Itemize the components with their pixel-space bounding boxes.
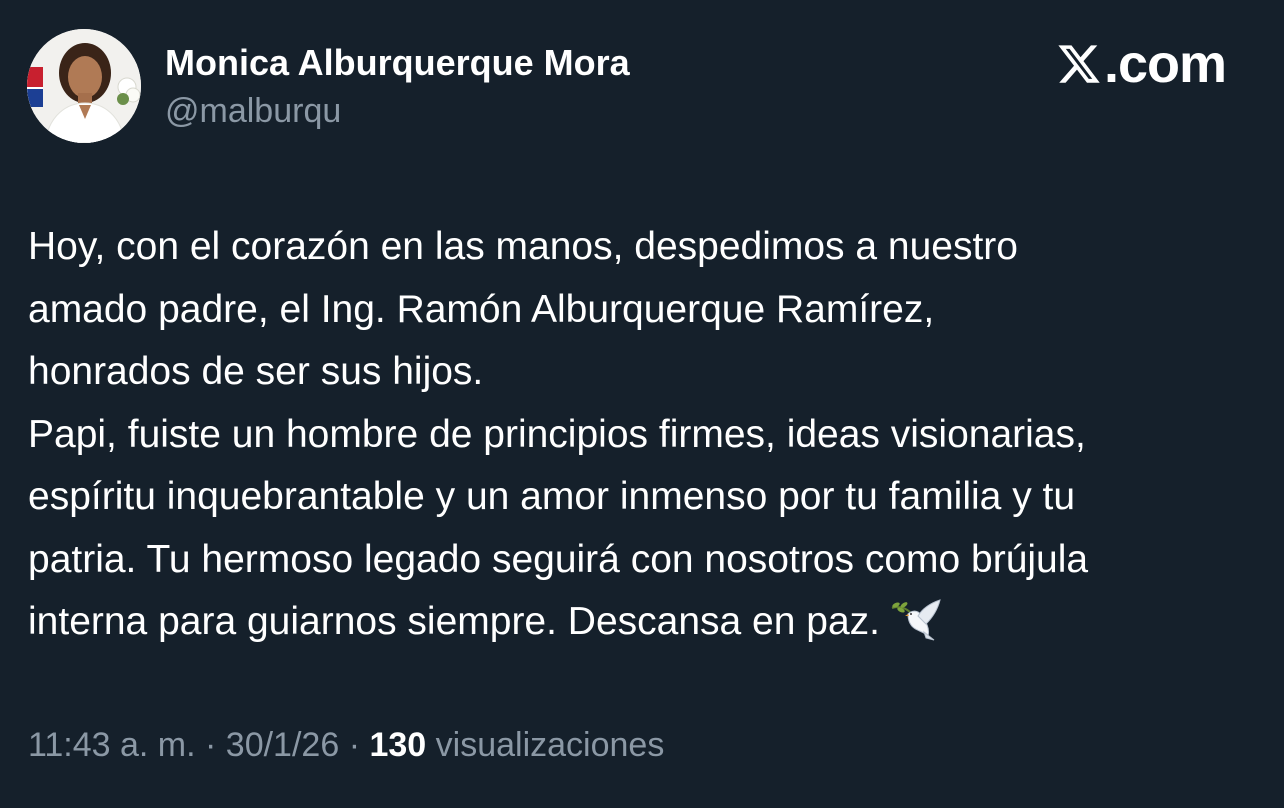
tweet-text: Hoy, con el corazón en las manos, desped…: [28, 216, 1268, 654]
tweet-card: Monica Alburquerque Mora @malburqu .com …: [0, 0, 1284, 808]
tweet-metadata: 11:43 a. m. · 30/1/26 · 130 visualizacio…: [28, 722, 664, 768]
tweet-time[interactable]: 11:43 a. m.: [28, 726, 196, 764]
avatar[interactable]: [27, 29, 141, 143]
x-logo-icon: [1058, 45, 1100, 83]
dove-with-olive-branch-icon: [891, 599, 941, 641]
brand-logo: .com: [1056, 34, 1227, 94]
tweet-text-line: espíritu inquebrantable y un amor inmens…: [28, 475, 1076, 518]
tweet-text-line: Papi, fuiste un hombre de principios fir…: [28, 412, 1086, 456]
meta-separator: ·: [195, 726, 226, 764]
tweet-text-line: Hoy, con el corazón en las manos, desped…: [28, 225, 1018, 268]
avatar-photo: [27, 29, 141, 143]
tweet-text-line-last: interna para guiarnos siempre. Descansa …: [28, 591, 1268, 654]
tweet-text-line: honrados de ser sus hijos.: [28, 350, 484, 393]
author-block: Monica Alburquerque Mora @malburqu: [165, 42, 630, 132]
author-display-name[interactable]: Monica Alburquerque Mora: [165, 42, 630, 84]
tweet-text-line-content: interna para guiarnos siempre. Descansa …: [28, 600, 880, 643]
tweet-text-line: amado padre, el Ing. Ramón Alburquerque …: [28, 287, 935, 331]
brand-domain-text: .com: [1103, 34, 1227, 94]
tweet-text-line: patria. Tu hermoso legado seguirá con no…: [28, 537, 1089, 581]
views-label: visualizaciones: [426, 726, 665, 764]
tweet-date[interactable]: 30/1/26: [226, 726, 339, 764]
views-count: 130: [369, 726, 427, 764]
meta-separator: ·: [339, 726, 370, 764]
author-handle[interactable]: @malburqu: [165, 90, 630, 132]
